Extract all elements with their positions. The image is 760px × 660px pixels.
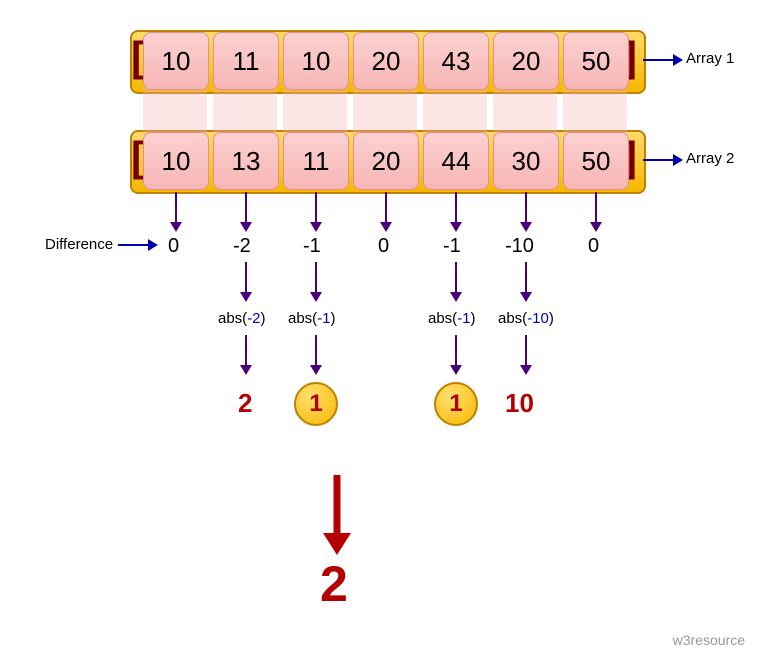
array2-cell: 20 <box>353 132 419 190</box>
arrow-down-icon <box>518 192 534 232</box>
arrow-down-icon <box>448 335 464 375</box>
array1-label: Array 1 <box>686 50 734 67</box>
diff-value: -2 <box>233 235 251 258</box>
diff-value: -1 <box>303 235 321 258</box>
arrow-down-icon <box>308 262 324 302</box>
difference-label: Difference <box>45 236 113 253</box>
abs-expr: abs(-10) <box>498 310 554 327</box>
array2-cell: 30 <box>493 132 559 190</box>
arrow-down-icon <box>518 335 534 375</box>
diff-value: 0 <box>378 235 389 258</box>
watermark: w3resource <box>673 632 745 648</box>
arrow-down-icon <box>238 192 254 232</box>
arrow-down-icon <box>518 262 534 302</box>
diff-value: -10 <box>505 235 534 258</box>
arrow-right-icon <box>643 50 683 70</box>
array2-cell: 10 <box>143 132 209 190</box>
arrow-down-icon <box>238 262 254 302</box>
array1-cell: 10 <box>143 32 209 90</box>
arrow-down-icon <box>168 192 184 232</box>
abs-expr: abs(-2) <box>218 310 266 327</box>
arrow-down-icon <box>378 192 394 232</box>
arrow-down-icon <box>588 192 604 232</box>
array1-cell: 10 <box>283 32 349 90</box>
min-circle: 1 <box>434 382 478 426</box>
arrow-right-icon <box>118 235 158 255</box>
arrow-down-icon <box>308 192 324 232</box>
array1-cell: 20 <box>353 32 419 90</box>
arrow-down-large-icon <box>320 475 354 560</box>
diff-value: 0 <box>168 235 179 258</box>
array2-label: Array 2 <box>686 150 734 167</box>
abs-value: 10 <box>505 388 534 419</box>
array1-cell: 11 <box>213 32 279 90</box>
array2-cell: 11 <box>283 132 349 190</box>
diff-value: 0 <box>588 235 599 258</box>
array1-cell: 20 <box>493 32 559 90</box>
array1-cell: 43 <box>423 32 489 90</box>
arrow-down-icon <box>448 192 464 232</box>
abs-value: 2 <box>238 388 252 419</box>
arrow-right-icon <box>643 150 683 170</box>
arrow-down-icon <box>308 335 324 375</box>
arrow-down-icon <box>238 335 254 375</box>
array2-cell: 13 <box>213 132 279 190</box>
abs-value: 1 <box>309 390 322 418</box>
abs-expr: abs(-1) <box>288 310 336 327</box>
array1-cell: 50 <box>563 32 629 90</box>
array2-cell: 50 <box>563 132 629 190</box>
final-result: 2 <box>320 555 348 613</box>
abs-value: 1 <box>449 390 462 418</box>
array2-cell: 44 <box>423 132 489 190</box>
arrow-down-icon <box>448 262 464 302</box>
diff-value: -1 <box>443 235 461 258</box>
abs-expr: abs(-1) <box>428 310 476 327</box>
min-circle: 1 <box>294 382 338 426</box>
